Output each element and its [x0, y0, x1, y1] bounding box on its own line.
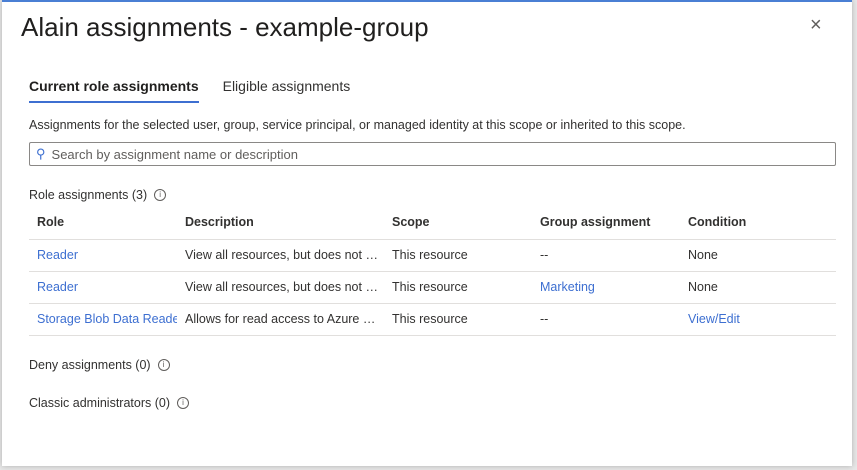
table-row: Storage Blob Data Reader Allows for read…: [29, 303, 836, 336]
role-assignments-label: Role assignments (3): [29, 188, 148, 202]
description-cell: Allows for read access to Azure Storage …: [177, 303, 384, 336]
close-icon[interactable]: ×: [810, 14, 822, 37]
info-icon[interactable]: i: [154, 189, 167, 201]
classic-administrators-label: Classic administrators (0): [29, 396, 171, 410]
column-header-role[interactable]: Role: [29, 205, 177, 240]
info-icon[interactable]: i: [177, 397, 190, 409]
scope-cell: This resource: [384, 303, 532, 336]
role-link[interactable]: Reader: [29, 239, 177, 272]
group-cell: --: [532, 303, 680, 336]
table-row: Reader View all resources, but does not …: [29, 239, 836, 272]
dialog-title: Alain assignments - example-group: [21, 12, 429, 42]
classic-administrators-heading: Classic administrators (0) i: [29, 396, 190, 410]
scope-cell: This resource: [384, 239, 532, 272]
table-header-row: Role Description Scope Group assignment …: [29, 205, 836, 240]
role-assignments-table: Role Description Scope Group assignment …: [29, 205, 836, 336]
search-box[interactable]: ⚲: [29, 142, 836, 166]
table-row: Reader View all resources, but does not …: [29, 271, 836, 304]
deny-assignments-label: Deny assignments (0): [29, 358, 151, 372]
column-header-description[interactable]: Description: [177, 205, 384, 240]
description-text: Assignments for the selected user, group…: [29, 118, 686, 132]
tab-bar: Current role assignments Eligible assign…: [29, 78, 350, 103]
role-assignments-heading: Role assignments (3) i: [29, 188, 167, 202]
role-link[interactable]: Reader: [29, 271, 177, 304]
description-cell: View all resources, but does not allow y…: [177, 239, 384, 272]
group-link[interactable]: Marketing: [532, 271, 680, 304]
scope-cell: This resource: [384, 271, 532, 304]
group-cell: --: [532, 239, 680, 272]
info-icon[interactable]: i: [157, 359, 170, 371]
column-header-scope[interactable]: Scope: [384, 205, 532, 240]
role-link[interactable]: Storage Blob Data Reader: [29, 303, 177, 336]
column-header-condition[interactable]: Condition: [680, 205, 836, 240]
condition-view-edit-link[interactable]: View/Edit: [680, 303, 836, 336]
tab-current-role-assignments[interactable]: Current role assignments: [29, 78, 199, 103]
tab-eligible-assignments[interactable]: Eligible assignments: [223, 78, 351, 103]
description-cell: View all resources, but does not allow y…: [177, 271, 384, 304]
condition-cell: None: [680, 239, 836, 272]
condition-cell: None: [680, 271, 836, 304]
search-input[interactable]: [51, 146, 812, 162]
role-assignments-dialog: Alain assignments - example-group × Curr…: [2, 0, 852, 466]
search-icon: ⚲: [36, 146, 46, 161]
deny-assignments-heading: Deny assignments (0) i: [29, 358, 170, 372]
column-header-group-assignment[interactable]: Group assignment: [532, 205, 680, 240]
